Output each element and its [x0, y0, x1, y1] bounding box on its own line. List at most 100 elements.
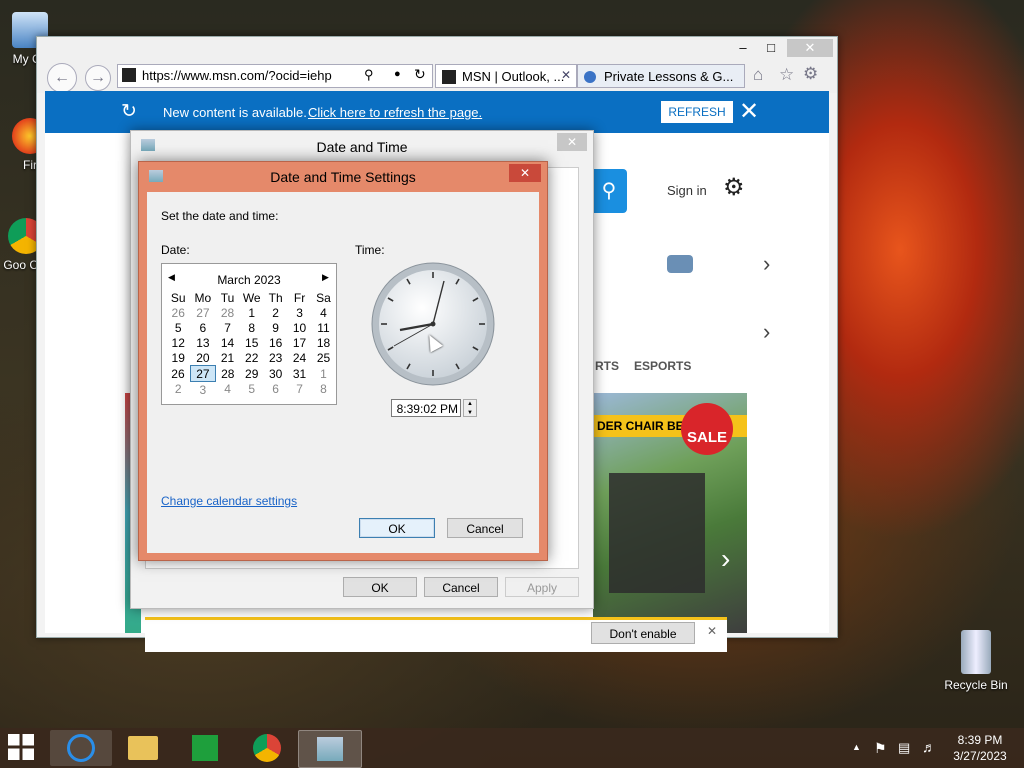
calendar-day[interactable]: 28: [215, 305, 239, 320]
taskbar-explorer[interactable]: [112, 730, 174, 766]
calendar-day[interactable]: 26: [166, 305, 190, 320]
cancel-button[interactable]: Cancel: [447, 518, 523, 538]
close-button[interactable]: ✕: [557, 133, 587, 151]
calendar-day[interactable]: 2: [166, 382, 190, 398]
action-center-flag-icon[interactable]: ⚑: [874, 740, 887, 757]
calendar-day[interactable]: 1: [240, 305, 264, 320]
home-icon[interactable]: ⌂: [753, 65, 763, 85]
nav-item-esports[interactable]: ESPORTS: [634, 359, 691, 373]
calendar-day[interactable]: 23: [264, 350, 288, 366]
ok-button[interactable]: OK: [359, 518, 435, 538]
calendar-day[interactable]: 9: [264, 320, 288, 335]
calendar-day[interactable]: 18: [312, 335, 336, 350]
tab-private-lessons[interactable]: Private Lessons & G...: [577, 64, 745, 88]
calendar-day[interactable]: 3: [190, 382, 215, 398]
calendar-day[interactable]: 8: [240, 320, 264, 335]
address-bar[interactable]: https://www.msn.com/?ocid=iehp ⚲ ● ↻: [117, 64, 433, 88]
calendar-day[interactable]: 4: [312, 305, 336, 320]
calendar-day[interactable]: 10: [288, 320, 312, 335]
calendar-day[interactable]: 19: [166, 350, 190, 366]
settings-icon[interactable]: ⚙: [723, 173, 745, 202]
calendar-day[interactable]: 21: [215, 350, 239, 366]
weekday-label: Fr: [293, 290, 306, 305]
time-label: Time:: [355, 243, 385, 257]
calendar-day[interactable]: 5: [240, 382, 264, 398]
search-button[interactable]: ⚲: [591, 169, 627, 213]
volume-muted-icon[interactable]: ♬: [922, 739, 936, 755]
network-icon[interactable]: ▤: [898, 740, 910, 756]
desktop-icon-recycle-bin[interactable]: Recycle Bin: [940, 630, 1012, 692]
calendar-day[interactable]: 6: [264, 382, 288, 398]
calendar-day[interactable]: 24: [288, 350, 312, 366]
back-icon[interactable]: ←: [47, 63, 77, 93]
calendar-day[interactable]: 28: [215, 366, 239, 382]
calendar-day[interactable]: 13: [190, 335, 215, 350]
taskbar-store[interactable]: [174, 730, 236, 766]
refresh-icon[interactable]: ↻: [414, 66, 426, 83]
chevron-right-icon[interactable]: ›: [763, 251, 770, 277]
taskbar-date-time[interactable]: [298, 730, 362, 768]
chevron-right-icon[interactable]: ›: [721, 543, 730, 575]
banner-link[interactable]: Click here to refresh the page.: [308, 105, 482, 120]
calendar-day[interactable]: 4: [215, 382, 239, 398]
time-input[interactable]: 8:39:02 PM: [391, 399, 461, 417]
close-banner-icon[interactable]: ✕: [739, 97, 759, 126]
minimize-icon[interactable]: –: [731, 39, 755, 57]
chevron-right-icon[interactable]: ›: [763, 319, 770, 345]
tab-msn[interactable]: MSN | Outlook, ...: [435, 64, 577, 88]
month-title[interactable]: March 2023: [162, 273, 336, 287]
calendar-day[interactable]: 2: [264, 305, 288, 320]
ok-button[interactable]: OK: [343, 577, 417, 597]
time-spinner[interactable]: ▲ ▼: [463, 399, 477, 417]
store-icon: [192, 735, 218, 761]
dont-enable-button[interactable]: Don't enable: [591, 622, 695, 644]
calendar-day[interactable]: 20: [190, 350, 215, 366]
cancel-button[interactable]: Cancel: [424, 577, 498, 597]
calendar-day[interactable]: 17: [288, 335, 312, 350]
calendar-day[interactable]: 14: [215, 335, 239, 350]
nav-item-sports[interactable]: RTS: [595, 359, 619, 373]
calendar-day[interactable]: 31: [288, 366, 312, 382]
calendar-day[interactable]: 29: [240, 366, 264, 382]
calendar-day[interactable]: 3: [288, 305, 312, 320]
close-icon[interactable]: ✕: [787, 39, 833, 57]
maximize-icon[interactable]: □: [759, 39, 783, 57]
calendar-clock-icon: [317, 737, 343, 761]
change-calendar-link[interactable]: Change calendar settings: [161, 494, 297, 508]
calendar-day[interactable]: 25: [312, 350, 336, 366]
taskbar-ie[interactable]: [50, 730, 112, 766]
next-month-icon[interactable]: ▶: [322, 272, 329, 283]
calendar-day[interactable]: 27: [190, 305, 215, 320]
calendar-day[interactable]: 12: [166, 335, 190, 350]
calendar-day[interactable]: 8: [312, 382, 336, 398]
calendar-day[interactable]: 15: [240, 335, 264, 350]
calendar-day[interactable]: 26: [166, 366, 190, 382]
tab-close-icon[interactable]: ✕: [561, 68, 571, 82]
show-hidden-icons[interactable]: ▲: [852, 742, 861, 752]
close-button[interactable]: ✕: [509, 164, 541, 182]
calendar-day[interactable]: 16: [264, 335, 288, 350]
calendar[interactable]: ◀ March 2023 ▶ Su Mo Tu We Th Fr Sa 26 27 28 1 2 3 4…: [161, 263, 337, 405]
start-button[interactable]: [8, 734, 40, 762]
calendar-day[interactable]: 22: [240, 350, 264, 366]
date-label: Date:: [161, 243, 190, 257]
calendar-day[interactable]: 7: [288, 382, 312, 398]
calendar-day[interactable]: 7: [215, 320, 239, 335]
taskbar-chrome[interactable]: [236, 730, 298, 766]
clock[interactable]: 8:39 PM 3/27/2023: [944, 732, 1016, 764]
search-icon[interactable]: ⚲: [364, 67, 374, 83]
calendar-day[interactable]: 6: [190, 320, 215, 335]
calendar-day[interactable]: 27: [189, 365, 216, 382]
folder-icon: [128, 736, 158, 760]
refresh-button[interactable]: REFRESH: [661, 101, 733, 123]
forward-icon[interactable]: →: [85, 65, 111, 91]
ad-image[interactable]: DER CHAIR BENCH SALE ›: [593, 393, 747, 633]
calendar-day[interactable]: 1: [312, 366, 336, 382]
tools-icon[interactable]: ⚙: [803, 64, 818, 84]
calendar-day[interactable]: 30: [264, 366, 288, 382]
calendar-day[interactable]: 5: [166, 320, 190, 335]
favorites-icon[interactable]: ☆: [779, 65, 794, 85]
sign-in-link[interactable]: Sign in: [667, 183, 707, 198]
calendar-day[interactable]: 11: [312, 320, 336, 335]
close-notification-icon[interactable]: ✕: [707, 624, 717, 638]
